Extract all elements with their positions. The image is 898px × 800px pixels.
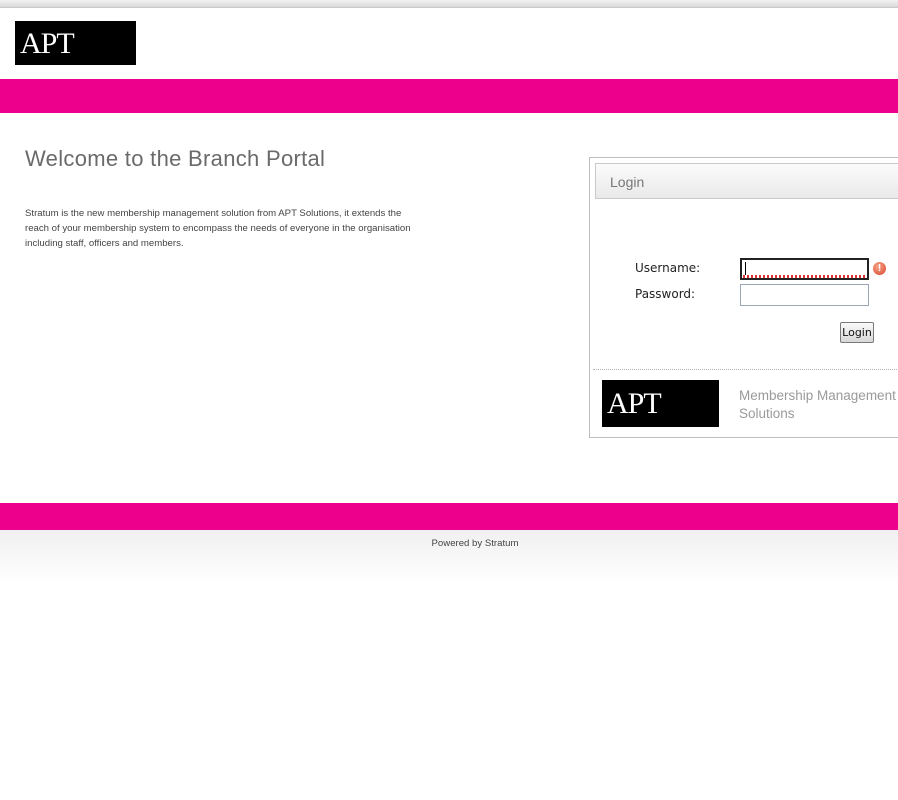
tagline: Membership Management Solutions — [739, 387, 898, 423]
browser-top-rule — [0, 0, 898, 8]
login-panel: Login Username: ! Password: Login APT Me… — [589, 157, 898, 438]
text-caret — [745, 262, 746, 275]
login-panel-title: Login — [610, 174, 645, 190]
powered-by-text: Powered by Stratum — [431, 538, 519, 549]
password-input[interactable] — [740, 284, 869, 306]
footer-band — [0, 503, 898, 530]
panel-divider — [593, 369, 898, 370]
login-button[interactable]: Login — [840, 322, 874, 343]
password-label: Password: — [635, 287, 696, 301]
page-title: Welcome to the Branch Portal — [25, 146, 326, 171]
error-icon: ! — [873, 262, 886, 275]
username-label: Username: — [635, 261, 701, 275]
spellcheck-underline — [743, 275, 867, 278]
header-band — [0, 79, 898, 113]
tagline-line-2: Solutions — [739, 406, 795, 421]
login-panel-header: Login — [595, 163, 898, 199]
intro-text: Stratum is the new membership management… — [25, 208, 411, 249]
tagline-line-1: Membership Management — [739, 388, 896, 403]
apt-footer-logo: APT — [602, 380, 719, 427]
apt-logo: APT — [15, 21, 136, 65]
